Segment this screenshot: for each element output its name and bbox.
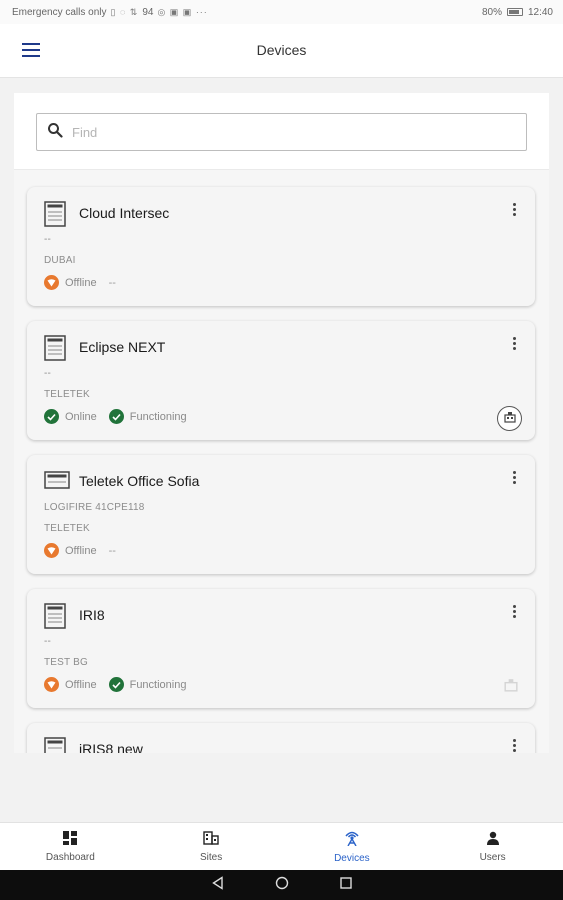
person-icon (486, 831, 500, 848)
battery-percent: 80% (481, 6, 502, 18)
device-card[interactable]: Cloud Intersec -- DUBAI Offline -- (27, 187, 535, 306)
state-label: -- (108, 276, 116, 289)
nav-label: Devices (334, 852, 370, 864)
device-card[interactable]: IRI8 -- TEST BG Offline Functioning (27, 589, 535, 708)
device-site: DUBAI (44, 255, 76, 266)
bottom-navigation: Dashboard Sites Devices Users (0, 822, 563, 870)
device-list[interactable]: Cloud Intersec -- DUBAI Offline -- Eclip… (14, 169, 549, 753)
nav-users[interactable]: Users (422, 823, 563, 870)
antenna-icon (343, 830, 361, 849)
connection-label: Offline (65, 678, 97, 691)
notification-icons: ◎ ▣ ▣ ··· (157, 6, 208, 17)
system-navigation-bar (0, 870, 563, 900)
device-card[interactable]: iRIS8 new (27, 723, 535, 753)
more-options-icon[interactable] (507, 471, 521, 485)
connection-label: Offline (65, 544, 97, 557)
site-building-button[interactable] (497, 406, 522, 431)
panel-device-icon (44, 201, 66, 232)
building-icon (203, 830, 219, 848)
device-model: -- (44, 234, 52, 245)
devices-panel: Cloud Intersec -- DUBAI Offline -- Eclip… (14, 93, 549, 753)
functioning-check-icon (108, 677, 124, 692)
device-name: Cloud Intersec (79, 205, 170, 221)
search-box[interactable] (36, 113, 527, 151)
device-name: IRI8 (79, 607, 105, 623)
search-icon (47, 122, 63, 143)
device-name: Eclipse NEXT (79, 339, 166, 355)
device-model: -- (44, 368, 52, 379)
device-name: Teletek Office Sofia (79, 473, 200, 489)
speed-text: 94 (142, 6, 154, 18)
functioning-check-icon (108, 409, 124, 424)
device-model: -- (44, 636, 52, 647)
app-bar: Devices (0, 24, 563, 78)
device-site: TEST BG (44, 657, 89, 668)
online-check-icon (44, 409, 59, 424)
dashboard-icon (63, 830, 78, 848)
status-row: Online Functioning (44, 409, 193, 424)
more-options-icon[interactable] (507, 337, 521, 351)
building-icon (504, 678, 518, 697)
connection-status: Offline (44, 677, 97, 692)
status-bar: Emergency calls only ▯ ◌ ⇅ 94 ◎ ▣ ▣ ··· … (0, 0, 563, 24)
panel-device-icon (44, 603, 66, 634)
connection-label: Online (65, 410, 97, 423)
offline-wifi-icon (44, 677, 59, 692)
device-site: TELETEK (44, 523, 90, 534)
connection-status: Offline (44, 543, 97, 558)
nav-label: Users (479, 851, 506, 863)
functioning-status: Functioning (108, 409, 187, 424)
device-name: iRIS8 new (79, 741, 143, 753)
connection-status: Offline (44, 275, 97, 290)
device-card[interactable]: Teletek Office Sofia LOGIFIRE 41CPE118 T… (27, 455, 535, 574)
device-model: LOGIFIRE 41CPE118 (44, 502, 145, 513)
state-label: Functioning (129, 678, 187, 691)
back-icon[interactable] (211, 875, 225, 895)
rack-device-icon (44, 471, 70, 494)
status-row: Offline -- (44, 543, 116, 558)
home-icon[interactable] (275, 876, 289, 895)
offline-wifi-icon (44, 543, 59, 558)
more-options-icon[interactable] (507, 203, 521, 217)
panel-device-icon (44, 737, 66, 753)
more-options-icon[interactable] (507, 739, 521, 753)
nav-sites[interactable]: Sites (141, 823, 282, 870)
nav-devices[interactable]: Devices (282, 823, 423, 870)
building-icon (503, 410, 516, 428)
recents-icon[interactable] (339, 876, 353, 895)
device-card[interactable]: Eclipse NEXT -- TELETEK Online Functioni… (27, 321, 535, 440)
status-row: Offline Functioning (44, 677, 192, 692)
functioning-status: Functioning (108, 677, 187, 692)
clock: 12:40 (527, 6, 553, 18)
state-label: Functioning (129, 410, 187, 423)
nav-label: Dashboard (45, 851, 95, 863)
search-input[interactable] (72, 124, 492, 140)
connection-label: Offline (65, 276, 97, 289)
nav-dashboard[interactable]: Dashboard (0, 823, 141, 870)
device-site: TELETEK (44, 389, 90, 400)
nav-label: Sites (200, 851, 223, 863)
status-row: Offline -- (44, 275, 116, 290)
more-options-icon[interactable] (507, 605, 521, 619)
signal-wifi-icons: ▯ ◌ ⇅ (110, 6, 139, 17)
carrier-text: Emergency calls only (12, 6, 107, 18)
offline-wifi-icon (44, 275, 59, 290)
battery-icon (506, 8, 523, 16)
state-label: -- (108, 544, 116, 557)
page-title: Devices (256, 42, 307, 58)
connection-status: Online (44, 409, 97, 424)
panel-device-icon (44, 335, 66, 366)
